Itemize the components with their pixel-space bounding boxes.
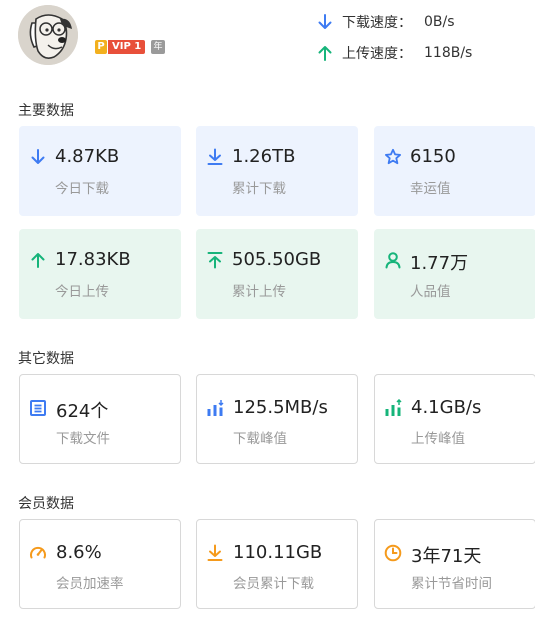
card-label: 人品值 xyxy=(410,284,451,300)
p-badge: P xyxy=(95,40,107,54)
card-value: 110.11GB xyxy=(233,542,323,563)
card-label: 下载峰值 xyxy=(233,431,287,447)
card-value: 624个 xyxy=(56,401,109,422)
card-label: 累计下载 xyxy=(232,181,286,197)
card-label: 累计节省时间 xyxy=(411,576,492,592)
card-value: 505.50GB xyxy=(232,249,322,270)
card-member-total-download[interactable]: 110.11GB 会员累计下载 xyxy=(196,519,358,609)
card-label: 下载文件 xyxy=(56,431,110,447)
section-title-main: 主要数据 xyxy=(18,103,74,119)
card-today-upload[interactable]: 17.83KB 今日上传 xyxy=(19,229,181,319)
card-luck-value[interactable]: 6150 幸运值 xyxy=(374,126,535,216)
download-arrow-icon xyxy=(31,149,45,164)
card-today-download[interactable]: 4.87KB 今日下载 xyxy=(19,126,181,216)
clock-icon xyxy=(384,544,402,562)
card-value: 6150 xyxy=(410,146,456,167)
card-total-download[interactable]: 1.26TB 累计下载 xyxy=(196,126,358,216)
download-to-line-icon xyxy=(207,148,223,165)
file-list-icon xyxy=(30,400,46,416)
card-total-upload[interactable]: 505.50GB 累计上传 xyxy=(196,229,358,319)
download-to-line-icon xyxy=(207,544,223,561)
download-speed: 下载速度： 0B/s xyxy=(316,12,455,32)
card-label: 上传峰值 xyxy=(411,431,465,447)
card-upload-peak[interactable]: 4.1GB/s 上传峰值 xyxy=(374,374,535,464)
card-value: 17.83KB xyxy=(55,249,131,270)
card-label: 今日上传 xyxy=(55,284,109,300)
card-label: 会员累计下载 xyxy=(233,576,314,592)
upload-speed-label: 上传速度： xyxy=(342,46,412,62)
download-speed-value: 0B/s xyxy=(424,14,455,30)
section-title-member: 会员数据 xyxy=(18,496,74,512)
upload-speed: 上传速度： 118B/s xyxy=(316,43,472,63)
year-badge: 年 xyxy=(151,40,165,54)
section-title-other: 其它数据 xyxy=(18,351,74,367)
card-character-value[interactable]: 1.77万 人品值 xyxy=(374,229,535,319)
card-value: 3年71天 xyxy=(411,546,482,567)
download-arrow-icon xyxy=(318,14,332,29)
card-value: 4.1GB/s xyxy=(411,397,482,418)
card-value: 8.6% xyxy=(56,542,102,563)
card-value: 4.87KB xyxy=(55,146,120,167)
upload-arrow-icon xyxy=(318,46,332,61)
upload-arrow-icon xyxy=(31,253,45,268)
download-speed-label: 下载速度： xyxy=(342,15,412,31)
upload-peak-bars-icon xyxy=(385,399,402,416)
card-value: 1.77万 xyxy=(410,253,469,274)
card-member-accel-rate[interactable]: 8.6% 会员加速率 xyxy=(19,519,181,609)
vip-badge: VIP 1 xyxy=(108,40,146,54)
card-label: 今日下载 xyxy=(55,181,109,197)
card-download-files[interactable]: 624个 下载文件 xyxy=(19,374,181,464)
card-download-peak[interactable]: 125.5MB/s 下载峰值 xyxy=(196,374,358,464)
person-icon xyxy=(385,252,401,269)
card-time-saved[interactable]: 3年71天 累计节省时间 xyxy=(374,519,535,609)
card-label: 幸运值 xyxy=(410,181,451,197)
card-value: 1.26TB xyxy=(232,146,296,167)
avatar[interactable] xyxy=(18,5,78,65)
card-label: 累计上传 xyxy=(232,284,286,300)
dog-avatar-icon xyxy=(18,5,78,65)
card-label: 会员加速率 xyxy=(56,576,124,592)
download-peak-bars-icon xyxy=(207,400,224,416)
star-icon xyxy=(385,148,401,165)
upload-speed-value: 118B/s xyxy=(424,45,473,61)
upload-from-line-icon xyxy=(207,252,223,269)
card-value: 125.5MB/s xyxy=(233,397,328,418)
speedometer-icon xyxy=(30,546,46,559)
